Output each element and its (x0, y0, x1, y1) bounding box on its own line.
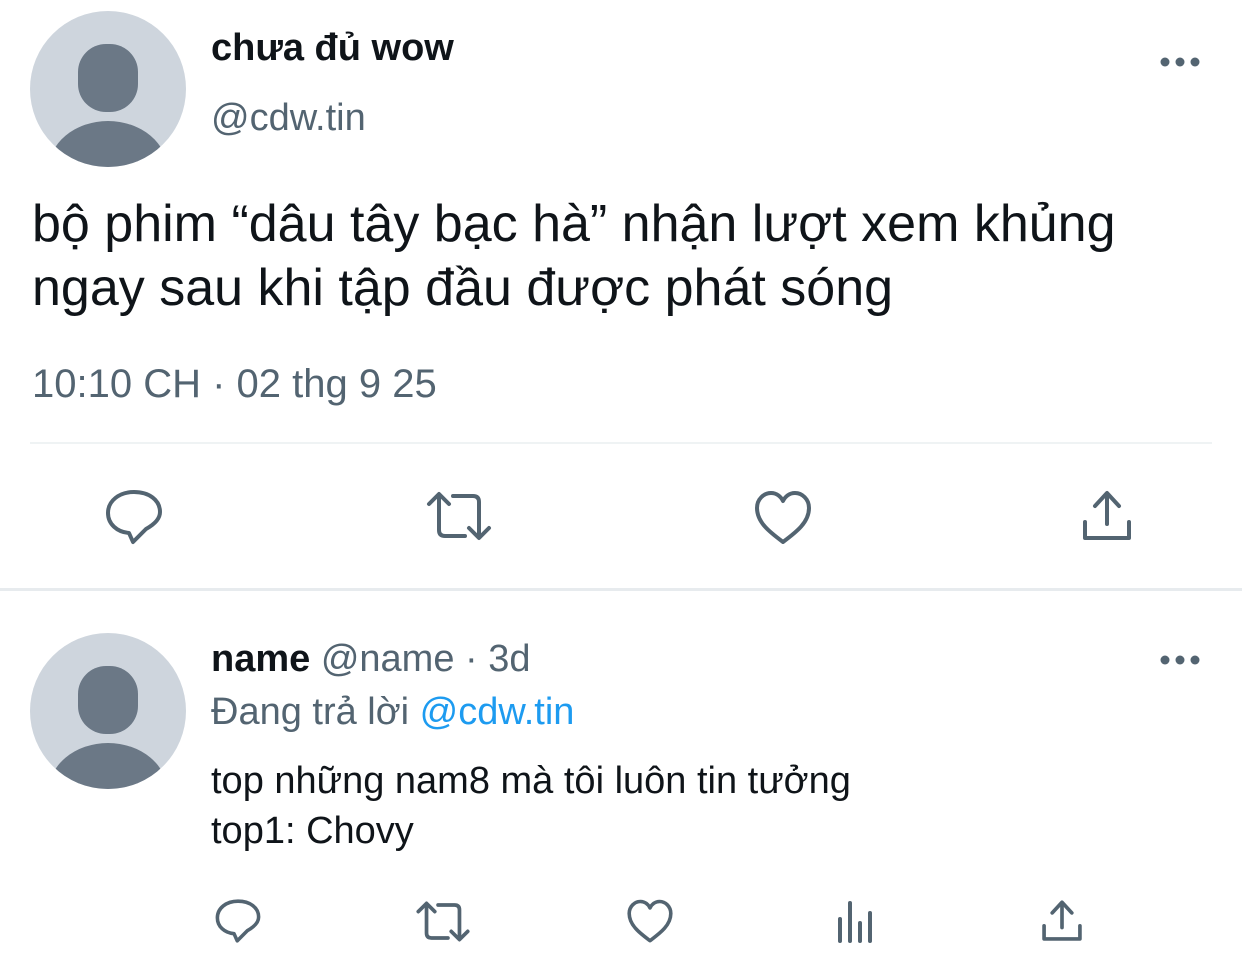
retweet-button[interactable] (425, 490, 493, 542)
tweet-text-line: bộ phim “dâu tây bạc hà” nhận lượt xem k… (32, 195, 1116, 253)
like-icon (755, 491, 811, 544)
share-button[interactable] (1040, 898, 1084, 944)
retweet-button[interactable] (415, 900, 471, 943)
reply-button[interactable] (104, 488, 164, 546)
reply-text-line: top những nam8 mà tôi luôn tin tưởng (211, 760, 851, 802)
replying-to-label: Đang trả lời (211, 691, 410, 733)
reply-text: top những nam8 mà tôi luôn tin tưởng top… (211, 756, 851, 856)
section-divider (0, 588, 1242, 591)
tweet-timestamp[interactable]: 10:10 CH · 02 thg 9 25 (32, 360, 437, 408)
share-icon (1042, 900, 1082, 941)
share-button[interactable] (1080, 488, 1134, 544)
tweet-text-line: ngay sau khi tập đầu được phát sóng (32, 259, 894, 317)
retweet-icon (416, 901, 470, 942)
share-icon (1083, 491, 1131, 540)
user-handle[interactable]: @name (321, 638, 455, 680)
divider (30, 442, 1212, 444)
like-button[interactable] (626, 899, 674, 944)
replying-to: Đang trả lời @cdw.tin (211, 688, 574, 736)
default-avatar-icon (48, 666, 168, 789)
replying-to-link[interactable]: @cdw.tin (420, 691, 575, 733)
reply-icon (215, 899, 261, 943)
tweet-text: bộ phim “dâu tây bạc hà” nhận lượt xem k… (32, 192, 1232, 320)
default-avatar-icon (48, 44, 168, 167)
analytics-button[interactable] (836, 899, 878, 943)
separator: · (465, 638, 478, 680)
more-icon[interactable] (1160, 55, 1200, 69)
more-icon[interactable] (1160, 653, 1200, 667)
avatar[interactable] (30, 633, 186, 789)
like-icon (627, 899, 673, 943)
analytics-icon (838, 901, 872, 943)
avatar[interactable] (30, 11, 186, 167)
reply-text-line: top1: Chovy (211, 810, 414, 852)
user-handle[interactable]: @cdw.tin (211, 95, 366, 141)
reply-header: name @name · 3d (211, 635, 531, 683)
reply-icon (106, 490, 162, 544)
display-name[interactable]: name (211, 638, 310, 680)
like-button[interactable] (753, 490, 813, 546)
reply-button[interactable] (214, 898, 262, 944)
display-name[interactable]: chưa đủ wow (211, 24, 454, 72)
retweet-icon (427, 492, 491, 540)
reply-time[interactable]: 3d (488, 638, 530, 680)
